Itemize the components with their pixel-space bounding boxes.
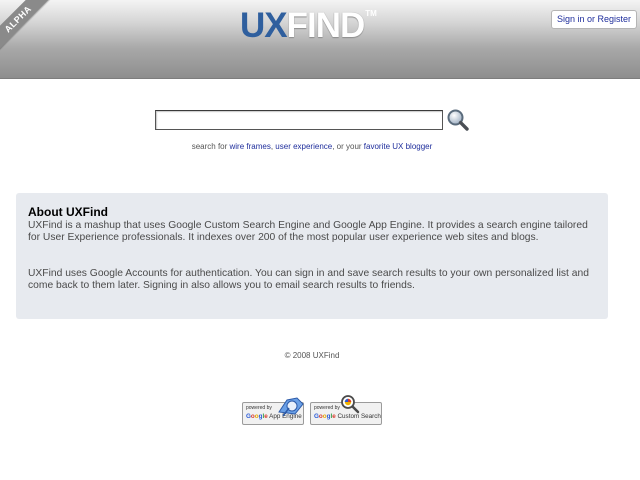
logo-ux-text: UX	[240, 6, 288, 45]
about-paragraph-1: UXFind is a mashup that uses Google Cust…	[28, 220, 588, 243]
search-input[interactable]	[155, 110, 443, 130]
custom-search-icon	[341, 395, 360, 414]
header-bar: ALPHA UXFINDTM Sign in or Register	[0, 0, 640, 79]
search-button[interactable]	[446, 108, 470, 132]
hint-prefix: search for	[191, 142, 230, 151]
uxfind-logo[interactable]: UXFINDTM	[240, 5, 377, 47]
alpha-ribbon: ALPHA	[0, 0, 58, 59]
hint-link-wire-frames[interactable]: wire frames	[230, 142, 271, 151]
search-hint: search for wire frames, user experience,…	[0, 142, 624, 151]
about-title: About UXFind	[28, 205, 108, 219]
powered-by-app-engine-badge[interactable]: powered by Google App Engine	[242, 397, 304, 425]
powered-by-custom-search-badge[interactable]: powered by Google Custom Search	[310, 395, 382, 425]
signin-register-button[interactable]: Sign in or Register	[551, 10, 637, 29]
magnifier-icon	[447, 109, 469, 131]
copyright-text: © 2008 UXFind	[284, 351, 340, 360]
hint-link-user-experience[interactable]: user experience	[275, 142, 332, 151]
about-paragraph-2: UXFind uses Google Accounts for authenti…	[28, 268, 589, 291]
logo-find-text: FIND	[286, 6, 366, 45]
badge-custom-search-label: Google Custom Search	[314, 413, 381, 420]
hint-link-favorite-blogger[interactable]: favorite UX blogger	[364, 142, 432, 151]
badge-powered-by: powered by	[314, 405, 340, 411]
logo-trademark: TM	[365, 9, 377, 18]
hint-separator: , or your	[332, 142, 364, 151]
app-engine-icon	[278, 397, 304, 417]
badge-powered-by: powered by	[246, 405, 272, 411]
about-panel: About UXFind UXFind is a mashup that use…	[16, 193, 608, 319]
